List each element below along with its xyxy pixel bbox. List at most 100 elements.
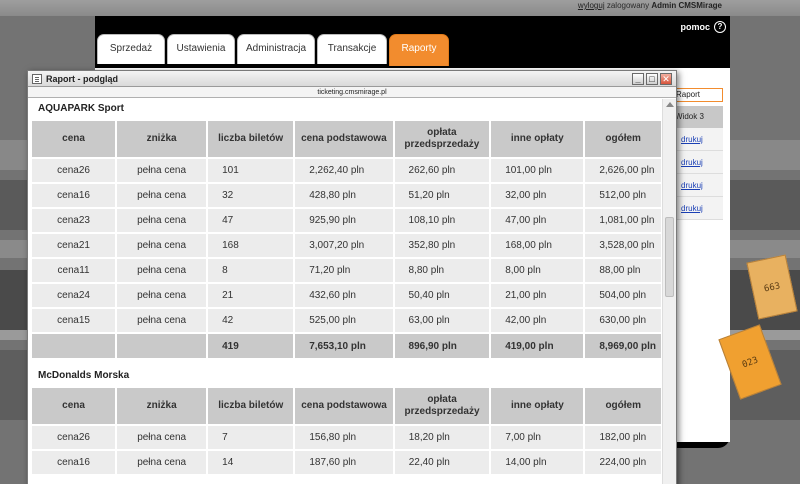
column-header: zniżka [117, 388, 207, 424]
table-cell: 21,00 pln [491, 284, 584, 307]
table-row: cena26 pełna cena 101 2,262,40 pln 262,6… [32, 159, 661, 182]
table-row: cena23 pełna cena 47 925,90 pln 108,10 p… [32, 209, 661, 232]
table-cell: 101,00 pln [491, 159, 584, 182]
scroll-thumb[interactable] [665, 217, 674, 297]
table-cell: 3,007,20 pln [295, 234, 393, 257]
column-header: cena [32, 121, 116, 157]
table-cell: pełna cena [117, 159, 207, 182]
section-title: McDonalds Morska [38, 370, 130, 381]
table-cell: 108,10 pln [394, 209, 490, 232]
tab-administracja[interactable]: Administracja [237, 34, 315, 64]
help-link[interactable]: pomoc ? [680, 21, 726, 33]
table-cell: 8 [208, 259, 294, 282]
maximize-button[interactable]: □ [646, 73, 658, 85]
table-cell: cena26 [32, 426, 116, 449]
login-info: wyloguj zalogowany Admin CMSMirage [578, 1, 722, 10]
table-row: cena15 pełna cena 42 525,00 pln 63,00 pl… [32, 309, 661, 332]
total-cell: 419 [208, 334, 294, 358]
side-view-label: Widok 3 [673, 106, 723, 128]
table-cell: 2,626,00 pln [585, 159, 661, 182]
table-cell: 50,40 pln [394, 284, 490, 307]
side-header: Raport [673, 88, 723, 102]
table-cell: cena26 [32, 159, 116, 182]
table-cell: 432,60 pln [295, 284, 393, 307]
tab-transakcje[interactable]: Transakcje [317, 34, 387, 64]
table-cell: 47,00 pln [491, 209, 584, 232]
table-cell: cena21 [32, 234, 116, 257]
total-cell: 8,969,00 pln [585, 334, 661, 358]
tab-sprzedaz[interactable]: Sprzedaż [97, 34, 165, 64]
tab-ustawienia[interactable]: Ustawienia [167, 34, 235, 64]
table-cell: 32,00 pln [491, 184, 584, 207]
print-row: drukuj [673, 151, 723, 174]
url-bar: ticketing.cmsmirage.pl [28, 87, 676, 98]
column-header: inne opłaty [491, 388, 584, 424]
table-cell: 47 [208, 209, 294, 232]
table-header-row: cena zniżka liczba biletów cena podstawo… [32, 388, 661, 424]
scroll-up-arrow-icon[interactable] [666, 102, 674, 107]
window-title: Raport - podgląd [46, 74, 118, 84]
table-header-row: cena zniżka liczba biletów cena podstawo… [32, 121, 661, 157]
column-header: inne opłaty [491, 121, 584, 157]
table-cell: 42,00 pln [491, 309, 584, 332]
report-table: cena zniżka liczba biletów cena podstawo… [30, 119, 663, 360]
print-row: drukuj [673, 174, 723, 197]
table-cell: pełna cena [117, 184, 207, 207]
help-label: pomoc [680, 22, 710, 32]
window-titlebar[interactable]: Raport - podgląd _ □ ✕ [28, 71, 676, 87]
vertical-scrollbar[interactable] [662, 99, 676, 484]
print-link[interactable]: drukuj [681, 204, 703, 213]
table-row: cena24 pełna cena 21 432,60 pln 50,40 pl… [32, 284, 661, 307]
total-cell: 419,00 pln [491, 334, 584, 358]
table-cell: 168 [208, 234, 294, 257]
table-cell: 7,00 pln [491, 426, 584, 449]
print-link[interactable]: drukuj [681, 158, 703, 167]
report-side-panel: Raport Widok 3 drukuj drukuj drukuj druk… [673, 88, 723, 220]
table-cell: 630,00 pln [585, 309, 661, 332]
close-button[interactable]: ✕ [660, 73, 672, 85]
column-header: cena podstawowa [295, 388, 393, 424]
minimize-button[interactable]: _ [632, 73, 644, 85]
table-row: cena21 pełna cena 168 3,007,20 pln 352,8… [32, 234, 661, 257]
document-icon [32, 74, 42, 84]
table-cell: 8,80 pln [394, 259, 490, 282]
print-link[interactable]: drukuj [681, 181, 703, 190]
column-header: opłata przedsprzedaży [394, 121, 490, 157]
table-cell: 7 [208, 426, 294, 449]
table-cell: pełna cena [117, 426, 207, 449]
table-cell: pełna cena [117, 309, 207, 332]
column-header: ogółem [585, 388, 661, 424]
table-cell: 428,80 pln [295, 184, 393, 207]
table-cell: cena15 [32, 309, 116, 332]
table-cell: 18,20 pln [394, 426, 490, 449]
total-cell: 896,90 pln [394, 334, 490, 358]
logout-link[interactable]: wyloguj [578, 1, 605, 10]
column-header: zniżka [117, 121, 207, 157]
table-cell: pełna cena [117, 451, 207, 474]
table-cell: 2,262,40 pln [295, 159, 393, 182]
column-header: cena [32, 388, 116, 424]
print-link[interactable]: drukuj [681, 135, 703, 144]
table-cell: cena16 [32, 451, 116, 474]
table-cell: 168,00 pln [491, 234, 584, 257]
column-header: liczba biletów [208, 121, 294, 157]
table-cell: 8,00 pln [491, 259, 584, 282]
table-cell: 51,20 pln [394, 184, 490, 207]
table-cell: 14,00 pln [491, 451, 584, 474]
report-preview-window: Raport - podgląd _ □ ✕ ticketing.cmsmira… [27, 70, 677, 484]
table-cell: cena11 [32, 259, 116, 282]
section-title: AQUAPARK Sport [38, 103, 124, 114]
table-total-row: 419 7,653,10 pln 896,90 pln 419,00 pln 8… [32, 334, 661, 358]
table-cell: 21 [208, 284, 294, 307]
tab-raporty[interactable]: Raporty [389, 34, 449, 66]
help-icon: ? [714, 21, 726, 33]
table-cell: pełna cena [117, 234, 207, 257]
table-cell: 42 [208, 309, 294, 332]
table-cell: 3,528,00 pln [585, 234, 661, 257]
table-row: cena26 pełna cena 7 156,80 pln 18,20 pln… [32, 426, 661, 449]
column-header: cena podstawowa [295, 121, 393, 157]
table-cell: 14 [208, 451, 294, 474]
print-row: drukuj [673, 128, 723, 151]
table-cell: 182,00 pln [585, 426, 661, 449]
table-cell: 88,00 pln [585, 259, 661, 282]
